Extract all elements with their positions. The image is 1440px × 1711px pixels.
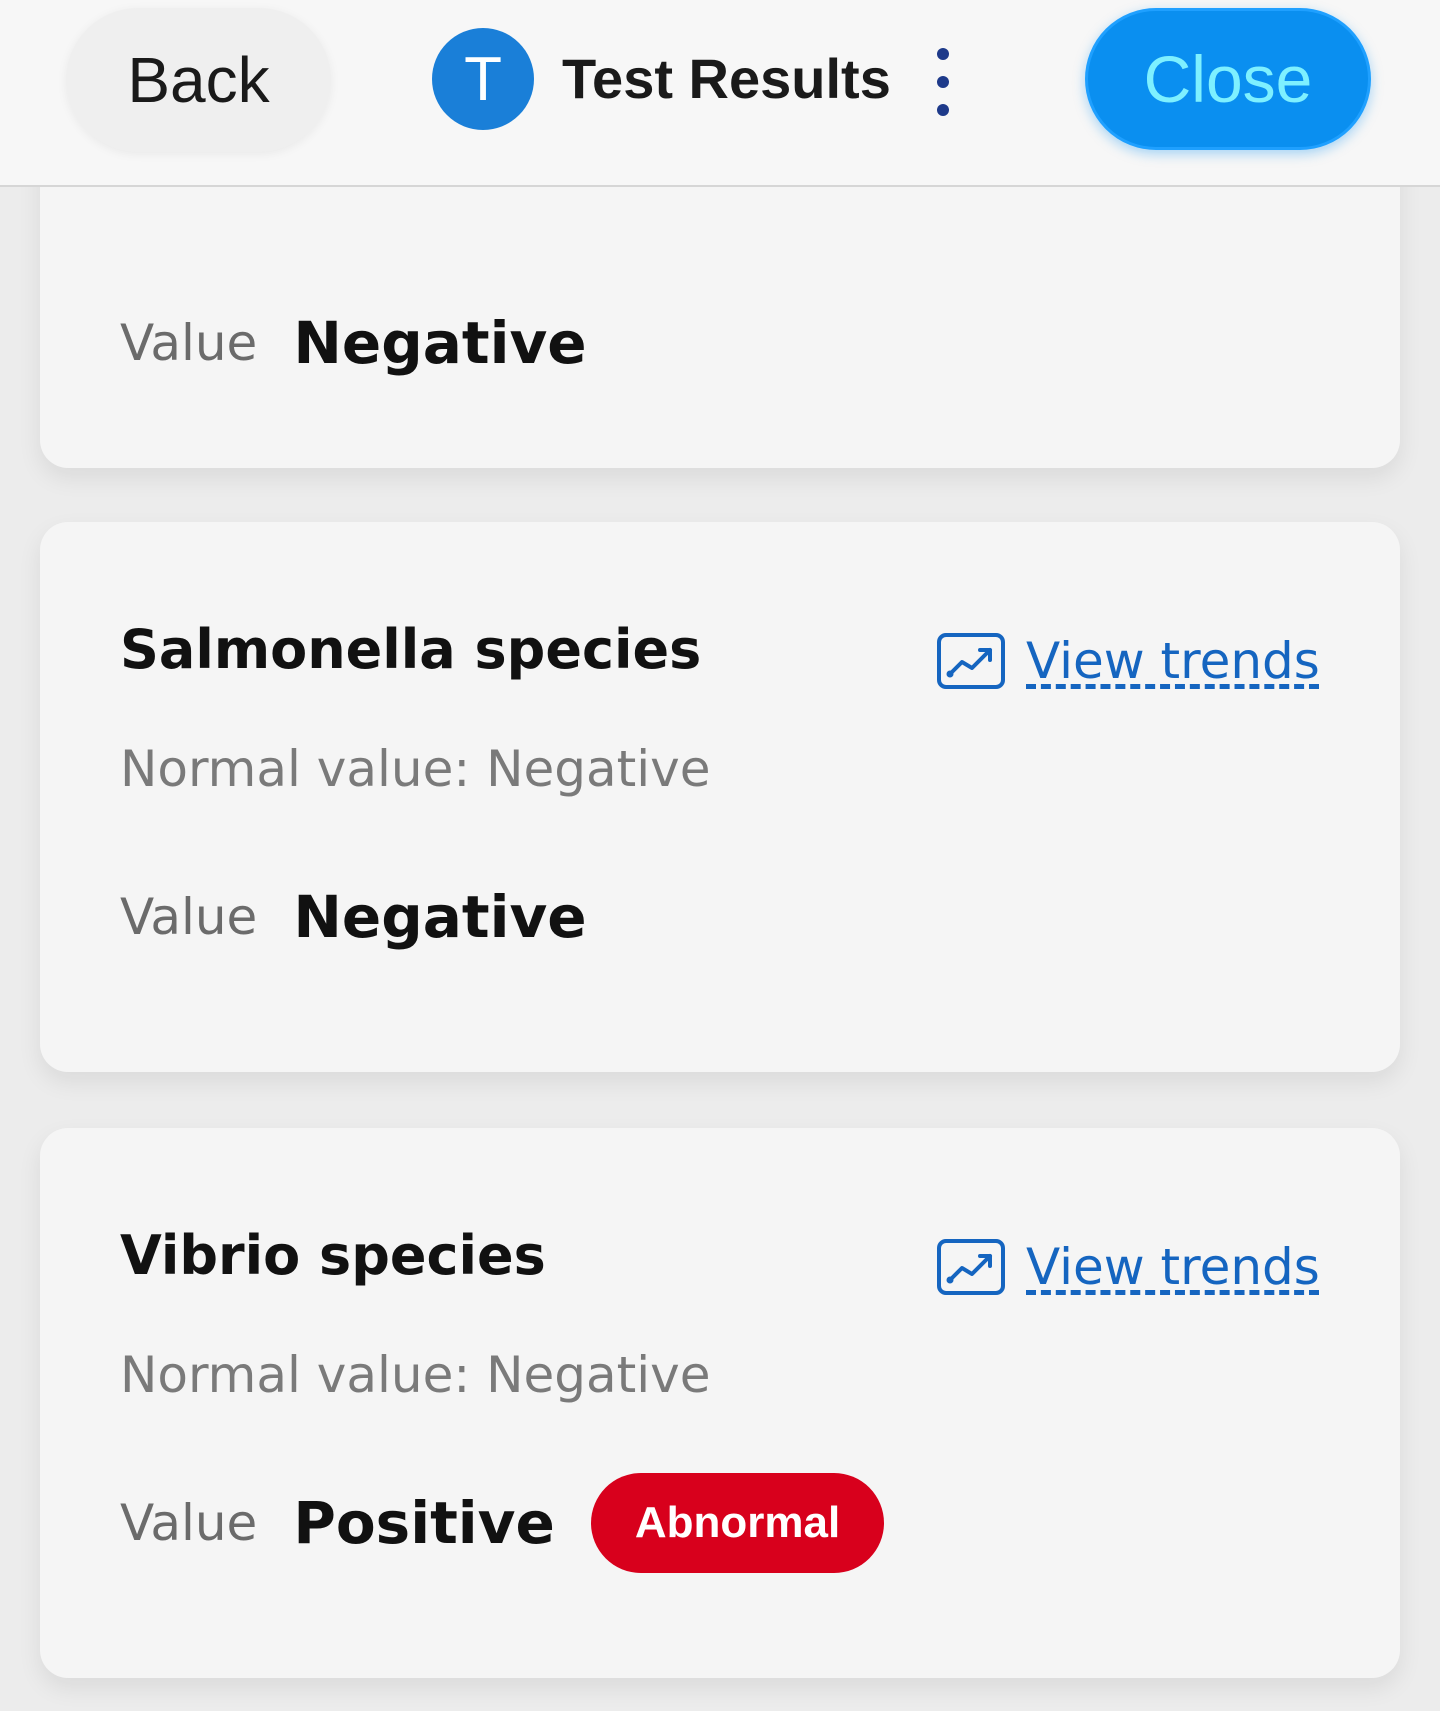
back-button[interactable]: Back [66, 8, 331, 152]
value-row: Value Positive Abnormal [120, 1473, 885, 1573]
view-trends-label[interactable]: View trends [1026, 1238, 1320, 1296]
normal-value: Normal value: Negative [120, 740, 711, 798]
close-button[interactable]: Close [1085, 8, 1371, 150]
result-card: Vibrio species View trends Normal value:… [40, 1128, 1400, 1678]
value-row: Value Negative [120, 303, 587, 383]
test-name: Salmonella species [120, 618, 702, 681]
view-trends-link[interactable]: View trends [936, 1232, 1320, 1302]
test-name: Vibrio species [120, 1224, 546, 1287]
value-label: Value [120, 888, 258, 946]
top-navigation-bar: Back T Test Results Close [0, 0, 1440, 187]
normal-value: Normal value: Negative [120, 1346, 711, 1404]
user-avatar[interactable]: T [432, 28, 534, 130]
result-value: Positive [293, 1489, 555, 1557]
value-label: Value [120, 314, 258, 372]
view-trends-link[interactable]: View trends [936, 626, 1320, 696]
trend-chart-icon [937, 633, 1005, 689]
result-value: Negative [293, 883, 587, 951]
view-trends-label[interactable]: View trends [1026, 632, 1320, 690]
abnormal-badge: Abnormal [590, 1473, 885, 1573]
page-title: Test Results [562, 47, 891, 110]
result-card: Salmonella species View trends Normal va… [40, 522, 1400, 1072]
more-options-icon[interactable] [926, 48, 960, 116]
result-value: Negative [293, 309, 587, 377]
value-row: Value Negative [120, 877, 587, 957]
value-label: Value [120, 1494, 258, 1552]
trend-chart-icon [937, 1239, 1005, 1295]
